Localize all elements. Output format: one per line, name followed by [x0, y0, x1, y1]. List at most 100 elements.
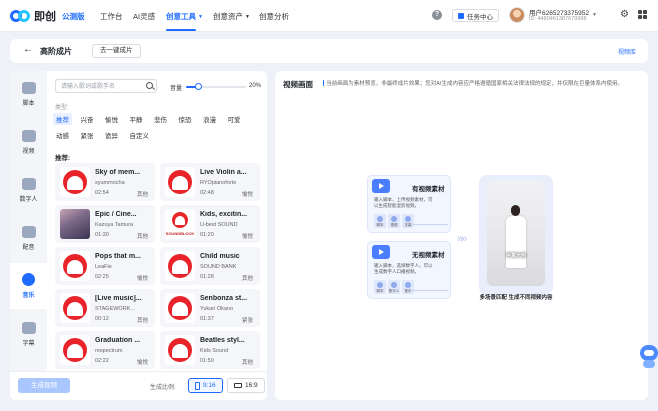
sidebar-item-video[interactable]: 视频 [10, 119, 47, 165]
landscape-icon [234, 383, 242, 388]
portrait-icon [195, 381, 200, 390]
sidebar-item-voice[interactable]: 配音 [10, 215, 47, 261]
volume-slider[interactable] [186, 83, 246, 90]
track-card[interactable]: Epic / Cine... Kazuya Tamura 01:30 其他 [55, 205, 155, 243]
mood-tag[interactable]: 平静 [127, 113, 146, 125]
app-logo[interactable]: 即创 [10, 8, 56, 24]
track-cover [60, 293, 90, 323]
track-mood: 愉悦 [136, 360, 148, 366]
digital-human-chip: 数字人 [388, 280, 400, 294]
track-artist: RYOpianoforte [200, 180, 237, 186]
chevron-down-icon: ▼ [198, 13, 203, 20]
track-mood: 其他 [136, 192, 148, 198]
track-title: Pops that m... [95, 253, 141, 260]
user-id: ID: 4480461387679998 [529, 16, 587, 22]
track-artist: respectrum [95, 348, 123, 354]
nav-item-creative-tools[interactable]: 创意工具 ▼ [166, 11, 203, 22]
search-input[interactable] [61, 82, 145, 91]
preview-panel: 视频画面 当前画面为素材预览，非最终成片效果；您对AI生成内容应严格遵循国家相关… [275, 71, 648, 400]
mood-tag[interactable]: 惊恐 [176, 113, 195, 125]
option-without-video: 无视频素材 输入脚本，选择数字人，可以生成数字人口播视频。 脚本 数字人 音乐 [367, 241, 451, 299]
track-cover [165, 167, 195, 197]
track-card[interactable]: Live Violin a... RYOpianoforte 02:48 愉悦 [160, 163, 260, 201]
task-icon [458, 12, 464, 19]
option-chips: 脚本 视频 字幕 [374, 214, 414, 228]
gear-icon[interactable]: ⚙ [620, 9, 629, 20]
music-chip: 音乐 [402, 280, 414, 294]
nav-item-creative-assets[interactable]: 创意资产 ▼ [213, 11, 250, 22]
music-search [55, 79, 157, 93]
flow-line [412, 224, 448, 225]
help-icon[interactable]: ? [432, 10, 442, 20]
voice-icon [21, 225, 36, 238]
video-library-link[interactable]: 视频库 [618, 47, 636, 56]
track-artist: syummocha [95, 180, 125, 186]
track-artist: Kazuya Tamura [95, 222, 134, 228]
search-icon[interactable] [146, 82, 153, 89]
sidebar-item-music[interactable]: 音乐 [10, 263, 47, 309]
sidebar-item-digital-human[interactable]: 数字人 [10, 167, 47, 213]
track-title: Epic / Cine... [95, 211, 137, 218]
mood-tag[interactable]: 自定义 [127, 129, 153, 141]
track-title: Live Violin a... [200, 169, 247, 176]
track-cover [60, 335, 90, 365]
track-mood: 愉悦 [241, 192, 253, 198]
mood-tag[interactable]: 推荐 [53, 113, 72, 125]
mood-tag[interactable]: 浪漫 [200, 113, 219, 125]
mood-tag[interactable]: 紧张 [78, 129, 97, 141]
mood-tag[interactable]: 兴奋 [78, 113, 97, 125]
track-mood: 愉悦 [136, 276, 148, 282]
recommend-label: 推荐: [55, 155, 71, 162]
chevron-down-icon[interactable]: ▼ [592, 12, 597, 18]
track-card[interactable]: Beatles styl... Kids Sound 01:50 其他 [160, 331, 260, 369]
onekey-video-button[interactable]: 去一键成片 [92, 44, 141, 58]
assistant-robot-icon[interactable] [638, 345, 658, 369]
track-duration: 02:54 [95, 190, 109, 196]
track-card[interactable]: [Live music]... STAGEWORK... 00:12 其他 [55, 289, 155, 327]
mood-tag[interactable]: 愉悦 [102, 113, 121, 125]
brand-text: SOUNDBLOCK [165, 231, 195, 236]
nav-item-creative-analysis[interactable]: 创意分析 [259, 11, 289, 22]
avatar[interactable] [509, 7, 525, 23]
generate-video-button[interactable]: 生成视频 [18, 378, 70, 393]
ratio-16-9-button[interactable]: 16:9 [227, 378, 265, 393]
active-nav-indicator [166, 29, 196, 31]
track-cover [60, 209, 90, 239]
digital-human-icon [21, 177, 36, 190]
music-disc-icon [63, 254, 87, 278]
track-card[interactable]: SOUNDBLOCK Kids, excitin... U-best SOUND 01… [160, 205, 260, 243]
track-duration: 01:20 [200, 232, 214, 238]
ratio-9-16-button[interactable]: 9:16 [188, 378, 223, 393]
nav-item-ai-inspiration[interactable]: AI灵感 [133, 11, 155, 22]
apps-grid-icon[interactable] [638, 10, 647, 19]
sidebar-item-script[interactable]: 脚本 [10, 71, 47, 117]
track-title: Senbonza st... [200, 295, 248, 302]
music-disc-icon [168, 296, 192, 320]
mood-tag[interactable]: 诡异 [102, 129, 121, 141]
track-card[interactable]: Pops that m... LeaFie 02:25 愉悦 [55, 247, 155, 285]
mood-tag[interactable]: 悲伤 [151, 113, 170, 125]
track-artist: U-best SOUND [200, 222, 238, 228]
music-icon [22, 273, 35, 286]
mood-tag[interactable]: 可爱 [225, 113, 244, 125]
track-card[interactable]: Graduation ... respectrum 02:22 愉悦 [55, 331, 155, 369]
track-card[interactable]: Senbonza st... Yukari Okano 01:37 紧张 [160, 289, 260, 327]
phone-preview: 字幕示例 多场景匹配 生成不同视频内容 [479, 175, 553, 301]
nav-item-workbench[interactable]: 工作台 [100, 11, 123, 22]
sidebar-item-subtitle[interactable]: 字幕 [10, 311, 47, 357]
track-card[interactable]: Child music SOUND BANK 01:28 其他 [160, 247, 260, 285]
mood-tag[interactable]: 动感 [53, 129, 72, 141]
track-card[interactable]: Sky of mem... syummocha 02:54 其他 [55, 163, 155, 201]
music-disc-icon [168, 338, 192, 362]
track-artist: SOUND BANK [200, 264, 237, 270]
volume-value: 20% [249, 83, 262, 89]
page-header: ← 高阶成片 去一键成片 视频库 [10, 39, 648, 63]
page-title: 高阶成片 [40, 47, 72, 56]
track-mood: 其他 [241, 360, 253, 366]
volume-slider-handle[interactable] [194, 83, 202, 90]
option-with-video: 有视频素材 输入脚本，上传视频素材，可以生成智能混剪视频。 脚本 视频 字幕 [367, 175, 451, 233]
music-disc-icon [63, 170, 87, 194]
task-center-button[interactable]: 任务中心 [452, 9, 499, 22]
edition-label: 公测版 [62, 12, 85, 21]
back-arrow-icon[interactable]: ← [23, 44, 33, 55]
